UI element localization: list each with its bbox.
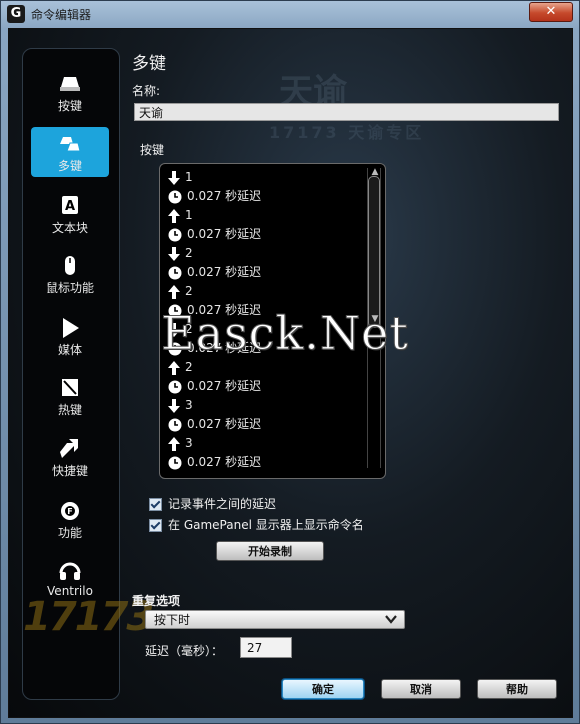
banner-watermark: 17173 天谕专区 [269,123,425,142]
clock-icon [168,418,182,431]
svg-text:F: F [67,507,72,516]
client-area: 天谕 17173 天谕专区 按键 多键 A 文本块 鼠标功能 媒体 热键 快捷键… [8,28,573,718]
key-event-text: 0.027 秒延迟 [187,417,262,431]
key-event-text: 0.027 秒延迟 [187,227,262,241]
key-event-row[interactable]: 1 [168,206,193,225]
key-event-row[interactable]: 0.027 秒延迟 [168,453,261,472]
function-gear-icon: F [61,502,79,520]
sidebar-item-mouse[interactable]: 鼠标功能 [31,249,109,299]
clock-icon [168,456,182,469]
key-event-text: 0.027 秒延迟 [187,379,262,393]
delay-input[interactable]: 27 [240,637,292,658]
key-event-row[interactable]: 0.027 秒延迟 [168,187,261,206]
delay-label: 延迟（毫秒）： [145,644,224,658]
key-event-row[interactable]: 0.027 秒延迟 [168,225,261,244]
name-label: 名称: [132,84,161,98]
text-block-icon: A [62,196,78,214]
sidebar-item-function[interactable]: F 功能 [31,494,109,544]
repeat-options-label: 重复选项 [132,594,181,608]
key-up-arrow-icon [168,360,180,375]
key-event-row[interactable]: 0.027 秒延迟 [168,377,261,396]
sidebar-item-label: 媒体 [57,343,82,357]
title-bar[interactable]: G 命令编辑器 ✕ [1,1,579,27]
key-event-text: 3 [185,436,193,450]
key-down-arrow-icon [168,170,180,185]
record-delay-option[interactable]: 记录事件之间的延迟 [149,495,276,512]
key-event-row[interactable]: 3 [168,396,193,415]
sidebar-item-text-block[interactable]: A 文本块 [31,189,109,239]
section-title: 多键 [132,54,166,74]
record-delay-checkbox[interactable] [149,498,162,511]
multikey-icon [60,137,81,152]
clock-icon [168,228,182,241]
clock-icon [168,190,182,203]
shortcut-arrow-icon [60,439,78,458]
help-button[interactable]: 帮助 [477,679,557,699]
command-editor-window: G 命令编辑器 ✕ 天谕 17173 天谕专区 按键 多键 A 文本块 鼠标功能 [0,0,580,724]
repeat-mode-value: 按下时 [154,613,191,627]
repeat-mode-select[interactable]: 按下时 [145,610,405,629]
key-event-text: 0.027 秒延迟 [187,265,262,279]
key-event-text: 2 [185,284,193,298]
mouse-icon [65,256,75,275]
sidebar: 按键 多键 A 文本块 鼠标功能 媒体 热键 快捷键 F 功能 Ventrilo… [22,48,154,700]
sidebar-item-label: 鼠标功能 [45,281,94,295]
key-down-arrow-icon [168,246,180,261]
sidebar-item-label: 功能 [57,526,82,540]
key-event-text: 1 [185,170,193,184]
key-event-row[interactable]: 0.027 秒延迟 [168,415,261,434]
show-name-option[interactable]: 在 GamePanel 显示器上显示命令名 [149,516,364,533]
sidebar-item-label: 多键 [57,159,82,173]
chevron-down-icon [385,615,397,624]
sidebar-item-multikey[interactable]: 多键 [31,127,109,177]
key-event-text: 0.027 秒延迟 [187,189,262,203]
keycap-icon [60,77,80,91]
key-event-row[interactable]: 2 [168,358,193,377]
hotkey-icon [62,379,78,396]
logitech-logo-icon: G [7,5,25,23]
key-event-text: 1 [185,208,193,222]
headset-icon [59,562,81,580]
key-event-text: 2 [185,246,193,260]
sidebar-item-label: 热键 [57,403,82,417]
key-up-arrow-icon [168,284,180,299]
key-up-arrow-icon [168,436,180,451]
sidebar-item-media[interactable]: 媒体 [31,311,109,361]
clock-icon [168,266,182,279]
sidebar-item-label: 按键 [57,99,82,113]
sidebar-item-shortcut[interactable]: 快捷键 [31,432,109,482]
name-input[interactable]: 天谕 [134,103,559,121]
key-event-row[interactable]: 3 [168,434,193,453]
ok-button[interactable]: 确定 [282,679,364,699]
keys-label: 按键 [140,143,165,157]
play-icon [63,318,79,338]
key-down-arrow-icon [168,398,180,413]
cancel-button[interactable]: 取消 [381,679,461,699]
key-event-text: 0.027 秒延迟 [187,455,262,469]
sidebar-item-hotkey[interactable]: 热键 [31,371,109,421]
key-event-row[interactable]: 1 [168,168,193,187]
key-event-text: 2 [185,360,193,374]
start-record-button[interactable]: 开始录制 [216,541,324,561]
sidebar-item-label: 文本块 [51,221,88,235]
key-up-arrow-icon [168,208,180,223]
clock-icon [168,380,182,393]
record-delay-label: 记录事件之间的延迟 [168,497,277,511]
close-button[interactable]: ✕ [529,2,573,22]
svg-text:A: A [65,199,75,214]
site-watermark: Easck.Net [161,306,409,361]
key-event-row[interactable]: 2 [168,282,193,301]
show-name-checkbox[interactable] [149,519,162,532]
window-title: 命令编辑器 [31,8,92,22]
sidebar-item-label: 快捷键 [51,464,88,478]
key-event-row[interactable]: 0.027 秒延迟 [168,263,261,282]
show-name-label: 在 GamePanel 显示器上显示命令名 [168,518,364,532]
sidebar-item-key[interactable]: 按键 [31,67,109,117]
key-event-row[interactable]: 2 [168,244,193,263]
key-event-text: 3 [185,398,193,412]
